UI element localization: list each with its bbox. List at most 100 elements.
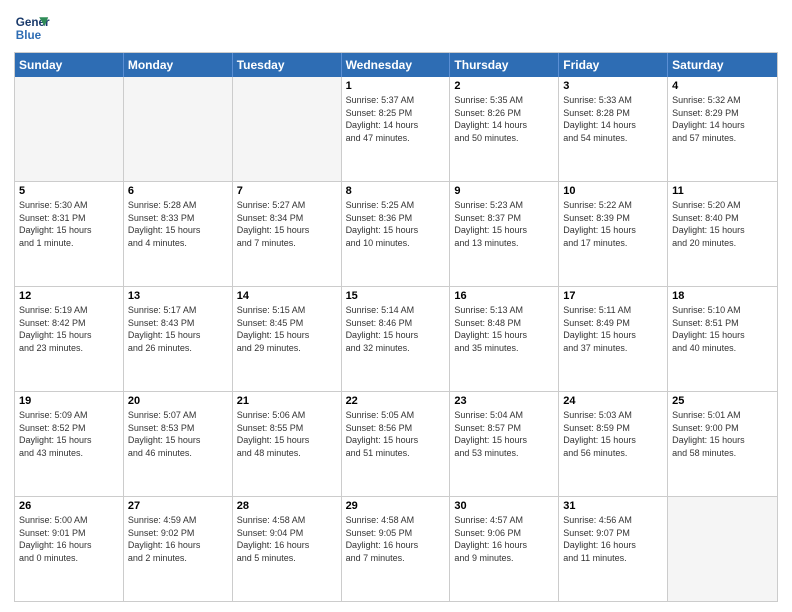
page: General Blue SundayMondayTuesdayWednesda… — [0, 0, 792, 612]
logo: General Blue — [14, 10, 50, 46]
calendar-cell: 19 Sunrise: 5:09 AM Sunset: 8:52 PM Dayli… — [15, 392, 124, 496]
calendar-cell: 5 Sunrise: 5:30 AM Sunset: 8:31 PM Daylig… — [15, 182, 124, 286]
calendar-row: 19 Sunrise: 5:09 AM Sunset: 8:52 PM Dayli… — [15, 391, 777, 496]
logo-icon: General Blue — [14, 10, 50, 46]
day-info: Sunrise: 5:13 AM Sunset: 8:48 PM Dayligh… — [454, 304, 554, 354]
calendar-cell: 21 Sunrise: 5:06 AM Sunset: 8:55 PM Dayli… — [233, 392, 342, 496]
day-number: 23 — [454, 395, 554, 407]
day-number: 29 — [346, 500, 446, 512]
svg-text:Blue: Blue — [16, 29, 42, 42]
day-info: Sunrise: 5:06 AM Sunset: 8:55 PM Dayligh… — [237, 409, 337, 459]
day-number: 31 — [563, 500, 663, 512]
day-number: 17 — [563, 290, 663, 302]
day-info: Sunrise: 5:22 AM Sunset: 8:39 PM Dayligh… — [563, 199, 663, 249]
day-info: Sunrise: 5:04 AM Sunset: 8:57 PM Dayligh… — [454, 409, 554, 459]
day-info: Sunrise: 5:19 AM Sunset: 8:42 PM Dayligh… — [19, 304, 119, 354]
calendar-row: 12Sunrise: 5:19 AM Sunset: 8:42 PM Dayli… — [15, 286, 777, 391]
day-info: Sunrise: 5:17 AM Sunset: 8:43 PM Dayligh… — [128, 304, 228, 354]
day-header-saturday: Saturday — [668, 53, 777, 77]
day-info: Sunrise: 5:10 AM Sunset: 8:51 PM Dayligh… — [672, 304, 773, 354]
day-info: Sunrise: 5:25 AM Sunset: 8:36 PM Dayligh… — [346, 199, 446, 249]
day-info: Sunrise: 5:32 AM Sunset: 8:29 PM Dayligh… — [672, 94, 773, 144]
day-number: 11 — [672, 185, 773, 197]
calendar-cell: 17 Sunrise: 5:11 AM Sunset: 8:49 PM Dayli… — [559, 287, 668, 391]
day-info: Sunrise: 5:15 AM Sunset: 8:45 PM Dayligh… — [237, 304, 337, 354]
calendar-cell: 15 Sunrise: 5:14 AM Sunset: 8:46 PM Dayli… — [342, 287, 451, 391]
day-number: 7 — [237, 185, 337, 197]
calendar-cell: 14 Sunrise: 5:15 AM Sunset: 8:45 PM Dayli… — [233, 287, 342, 391]
calendar-cell: 2Sunrise: 5:35 AM Sunset: 8:26 PM Daylig… — [450, 77, 559, 181]
calendar-row: 26 Sunrise: 5:00 AM Sunset: 9:01 PM Dayli… — [15, 496, 777, 601]
day-number: 26 — [19, 500, 119, 512]
day-info: Sunrise: 4:57 AM Sunset: 9:06 PM Dayligh… — [454, 514, 554, 564]
calendar-cell — [124, 77, 233, 181]
day-info: Sunrise: 5:09 AM Sunset: 8:52 PM Dayligh… — [19, 409, 119, 459]
day-number: 6 — [128, 185, 228, 197]
day-info: Sunrise: 5:03 AM Sunset: 8:59 PM Dayligh… — [563, 409, 663, 459]
day-number: 15 — [346, 290, 446, 302]
day-header-friday: Friday — [559, 53, 668, 77]
day-number: 20 — [128, 395, 228, 407]
calendar-cell: 4 Sunrise: 5:32 AM Sunset: 8:29 PM Daylig… — [668, 77, 777, 181]
day-info: Sunrise: 5:37 AM Sunset: 8:25 PM Dayligh… — [346, 94, 446, 144]
day-info: Sunrise: 4:59 AM Sunset: 9:02 PM Dayligh… — [128, 514, 228, 564]
day-info: Sunrise: 4:58 AM Sunset: 9:04 PM Dayligh… — [237, 514, 337, 564]
calendar-cell: 7Sunrise: 5:27 AM Sunset: 8:34 PM Daylig… — [233, 182, 342, 286]
calendar: SundayMondayTuesdayWednesdayThursdayFrid… — [14, 52, 778, 602]
day-info: Sunrise: 5:07 AM Sunset: 8:53 PM Dayligh… — [128, 409, 228, 459]
calendar-cell: 22Sunrise: 5:05 AM Sunset: 8:56 PM Dayli… — [342, 392, 451, 496]
day-info: Sunrise: 5:33 AM Sunset: 8:28 PM Dayligh… — [563, 94, 663, 144]
calendar-cell: 10Sunrise: 5:22 AM Sunset: 8:39 PM Dayli… — [559, 182, 668, 286]
day-number: 1 — [346, 80, 446, 92]
day-info: Sunrise: 4:58 AM Sunset: 9:05 PM Dayligh… — [346, 514, 446, 564]
calendar-body: 1 Sunrise: 5:37 AM Sunset: 8:25 PM Daylig… — [15, 77, 777, 601]
calendar-row: 1 Sunrise: 5:37 AM Sunset: 8:25 PM Daylig… — [15, 77, 777, 181]
day-info: Sunrise: 5:00 AM Sunset: 9:01 PM Dayligh… — [19, 514, 119, 564]
day-number: 16 — [454, 290, 554, 302]
calendar-cell: 29 Sunrise: 4:58 AM Sunset: 9:05 PM Dayli… — [342, 497, 451, 601]
day-info: Sunrise: 4:56 AM Sunset: 9:07 PM Dayligh… — [563, 514, 663, 564]
day-number: 18 — [672, 290, 773, 302]
calendar-cell: 30Sunrise: 4:57 AM Sunset: 9:06 PM Dayli… — [450, 497, 559, 601]
day-info: Sunrise: 5:28 AM Sunset: 8:33 PM Dayligh… — [128, 199, 228, 249]
calendar-cell: 27 Sunrise: 4:59 AM Sunset: 9:02 PM Dayli… — [124, 497, 233, 601]
calendar-cell: 26 Sunrise: 5:00 AM Sunset: 9:01 PM Dayli… — [15, 497, 124, 601]
day-header-tuesday: Tuesday — [233, 53, 342, 77]
day-header-sunday: Sunday — [15, 53, 124, 77]
day-number: 25 — [672, 395, 773, 407]
day-info: Sunrise: 5:11 AM Sunset: 8:49 PM Dayligh… — [563, 304, 663, 354]
day-number: 14 — [237, 290, 337, 302]
calendar-cell: 25Sunrise: 5:01 AM Sunset: 9:00 PM Dayli… — [668, 392, 777, 496]
header: General Blue — [14, 10, 778, 46]
calendar-cell: 3 Sunrise: 5:33 AM Sunset: 8:28 PM Daylig… — [559, 77, 668, 181]
calendar-cell: 18 Sunrise: 5:10 AM Sunset: 8:51 PM Dayli… — [668, 287, 777, 391]
day-number: 19 — [19, 395, 119, 407]
day-number: 4 — [672, 80, 773, 92]
day-info: Sunrise: 5:30 AM Sunset: 8:31 PM Dayligh… — [19, 199, 119, 249]
calendar-cell: 20 Sunrise: 5:07 AM Sunset: 8:53 PM Dayli… — [124, 392, 233, 496]
day-number: 9 — [454, 185, 554, 197]
calendar-cell: 23 Sunrise: 5:04 AM Sunset: 8:57 PM Dayli… — [450, 392, 559, 496]
day-header-thursday: Thursday — [450, 53, 559, 77]
day-header-monday: Monday — [124, 53, 233, 77]
day-number: 2 — [454, 80, 554, 92]
day-number: 3 — [563, 80, 663, 92]
calendar-cell: 16 Sunrise: 5:13 AM Sunset: 8:48 PM Dayli… — [450, 287, 559, 391]
day-number: 5 — [19, 185, 119, 197]
day-number: 8 — [346, 185, 446, 197]
calendar-header: SundayMondayTuesdayWednesdayThursdayFrid… — [15, 53, 777, 77]
day-number: 13 — [128, 290, 228, 302]
day-number: 27 — [128, 500, 228, 512]
day-number: 22 — [346, 395, 446, 407]
day-info: Sunrise: 5:14 AM Sunset: 8:46 PM Dayligh… — [346, 304, 446, 354]
day-number: 21 — [237, 395, 337, 407]
day-number: 24 — [563, 395, 663, 407]
calendar-row: 5 Sunrise: 5:30 AM Sunset: 8:31 PM Daylig… — [15, 181, 777, 286]
calendar-cell: 11Sunrise: 5:20 AM Sunset: 8:40 PM Dayli… — [668, 182, 777, 286]
calendar-cell — [668, 497, 777, 601]
calendar-cell: 24 Sunrise: 5:03 AM Sunset: 8:59 PM Dayli… — [559, 392, 668, 496]
calendar-cell: 31 Sunrise: 4:56 AM Sunset: 9:07 PM Dayli… — [559, 497, 668, 601]
calendar-cell: 1 Sunrise: 5:37 AM Sunset: 8:25 PM Daylig… — [342, 77, 451, 181]
calendar-cell: 13 Sunrise: 5:17 AM Sunset: 8:43 PM Dayli… — [124, 287, 233, 391]
calendar-cell: 28Sunrise: 4:58 AM Sunset: 9:04 PM Dayli… — [233, 497, 342, 601]
